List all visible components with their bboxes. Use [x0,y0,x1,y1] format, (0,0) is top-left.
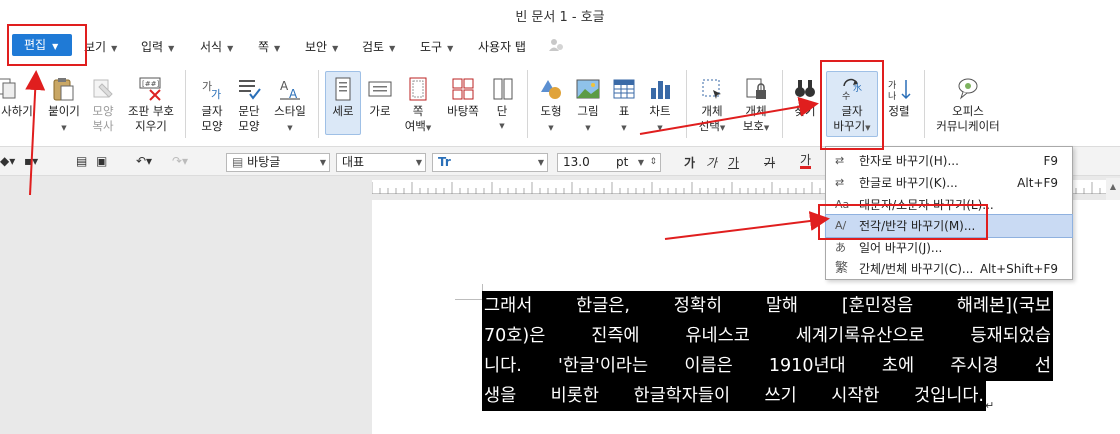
char-shape-icon: 가가 [202,80,221,101]
page-corner-marker [455,284,483,300]
menu-insert[interactable]: 입력 ▼ [141,38,174,55]
svg-text:가: 가 [888,80,896,91]
style-icon: AA [280,79,300,101]
paste-icon [53,78,74,101]
truetype-icon: Tr [438,155,451,169]
document-line[interactable]: 그래서 한글은, 정확히 말해 [훈민정음 해례본](국보 [482,291,1053,321]
erase-marks-icon: [##] [139,77,161,101]
para-shape-button[interactable]: 문단 모양 [234,76,264,134]
font-size-combo[interactable]: 13.0 pt ▼ ⇕ [557,153,661,172]
style-button[interactable]: AA 스타일 ▼ [270,76,310,136]
copy-button[interactable]: 사하기 [0,76,34,119]
hangul-convert-icon: ⇄ [835,176,845,189]
svg-text:A: A [280,79,289,93]
shapes-icon [541,80,561,99]
title-bar: 빈 문서 1 - 호글 [0,0,1120,30]
menu-view[interactable]: 보기 ▼ [84,38,117,55]
svg-text:가: 가 [211,88,221,101]
ribbon: 사하기 붙이기 ▼ 모양 복사 [##] 조판 부호 지우기 가가 글자 모양 문… [0,62,1120,146]
annotation-box-edit [7,24,87,66]
shapes-button[interactable]: 도형 ▼ [536,76,566,136]
object-select-button[interactable]: 개체 선택▼ [694,76,730,136]
chart-button[interactable]: 차트 ▼ [645,76,675,136]
background-page-icon [452,78,474,100]
svg-text:[##]: [##] [142,80,159,88]
chart-icon [651,81,670,99]
redo-icon[interactable]: ↷▾ [172,154,188,168]
menu-item-to-hanja[interactable]: ⇄ 한자로 바꾸기(H)... F9 [826,150,1072,172]
object-select-icon [702,79,721,99]
para-shape-icon [239,80,261,100]
japanese-convert-icon: あ [835,241,846,254]
erase-marks-button[interactable]: [##] 조판 부호 지우기 [124,76,178,134]
document-body[interactable]: 그래서 한글은, 정확히 말해 [훈민정음 해례본](국보 70호)은 진즉에 … [482,291,1053,411]
background-page-button[interactable]: 바탕쪽 [443,76,483,119]
page-margin-icon [409,77,427,101]
document-line[interactable]: 생을 비롯한 한글학자들이 쓰기 시작한 것입니다. [482,381,986,411]
document-line[interactable]: 니다. '한글'이라는 이름은 1910년대 초에 주시경 선 [482,351,1053,381]
paragraph-end-icon: ↵ [985,399,995,412]
picture-button[interactable]: 그림 ▼ [573,76,603,136]
italic-button[interactable]: 가 [706,154,717,171]
menu-format[interactable]: 서식 ▼ [200,38,233,55]
menu-tools[interactable]: 도구 ▼ [420,38,453,55]
format-copy-button[interactable]: 모양 복사 [88,76,118,134]
style-icon-small: ▤ [232,155,248,169]
portrait-page-icon [335,77,351,101]
char-shape-button[interactable]: 가가 글자 모양 [196,76,228,134]
paint-icon[interactable]: ◆▾ [0,154,15,168]
menu-security[interactable]: 보안 ▼ [305,38,338,55]
simplified-traditional-icon: 繁 [835,261,849,276]
picture-icon [576,79,600,99]
svg-text:나: 나 [888,91,896,102]
object-protect-button[interactable]: 개체 보호▼ [738,76,774,136]
sort-button[interactable]: 가나 정렬 [884,76,914,119]
strikethrough-button[interactable]: 가 [764,154,775,171]
annotation-box-fullwidth [818,204,988,240]
save-icon[interactable]: ▪▾ [24,154,38,168]
language-combo[interactable]: 대표 ▼ [336,153,426,172]
preview-icon[interactable]: ▣ [96,154,107,168]
columns-button[interactable]: 단 ▼ [490,76,514,134]
table-icon [613,79,635,99]
underline-button[interactable]: 가 [728,154,739,171]
document-line[interactable]: 70호)은 진즉에 유네스코 세계기록유산으로 등재되었습 [482,321,1053,351]
portrait-button[interactable]: 세로 [325,71,361,135]
menu-review[interactable]: 검토 ▼ [362,38,395,55]
style-combo[interactable]: ▤ 바탕글 ▼ [226,153,330,172]
annotation-box-char-replace [820,60,884,150]
landscape-button[interactable]: 가로 [366,76,394,119]
menu-item-japanese[interactable]: あ 일어 바꾸기(J)... [826,237,1072,259]
font-combo[interactable]: Tr ▼ [432,153,548,172]
menu-item-simplified-traditional[interactable]: 繁 간체/번체 바꾸기(C)... Alt+Shift+F9 [826,258,1072,280]
landscape-page-icon [368,81,392,97]
columns-icon [493,78,513,100]
table-button[interactable]: 표 ▼ [609,76,639,136]
menu-user-tab[interactable]: 사용자 탭 [478,38,526,55]
find-button[interactable]: 찾기 [790,76,820,119]
bold-button[interactable]: 가 [684,154,695,171]
print-icon[interactable]: ▤ [76,154,87,168]
sort-icon: 가나 [888,80,911,102]
office-communicator-button[interactable]: 오피스 커뮤니케이터 [930,76,1006,134]
font-color-button[interactable]: 가 [800,154,812,169]
paste-button[interactable]: 붙이기 ▼ [44,76,84,136]
menu-item-to-hangul[interactable]: ⇄ 한글로 바꾸기(K)... Alt+F9 [826,172,1072,194]
scroll-up-icon[interactable]: ▲ [1106,178,1120,191]
binoculars-icon [795,80,815,97]
undo-icon[interactable]: ↶▾ [136,154,152,168]
lock-icon [746,78,766,99]
copy-icon [0,78,16,99]
communicator-icon [958,78,978,100]
window-title: 빈 문서 1 - 호글 [515,10,605,25]
format-painter-icon [93,79,113,98]
hanja-convert-icon: ⇄ [835,154,845,167]
menu-page[interactable]: 쪽 ▼ [258,38,280,55]
user-settings-icon[interactable] [548,38,564,52]
page-margin-button[interactable]: 쪽 여백▼ [400,76,436,136]
